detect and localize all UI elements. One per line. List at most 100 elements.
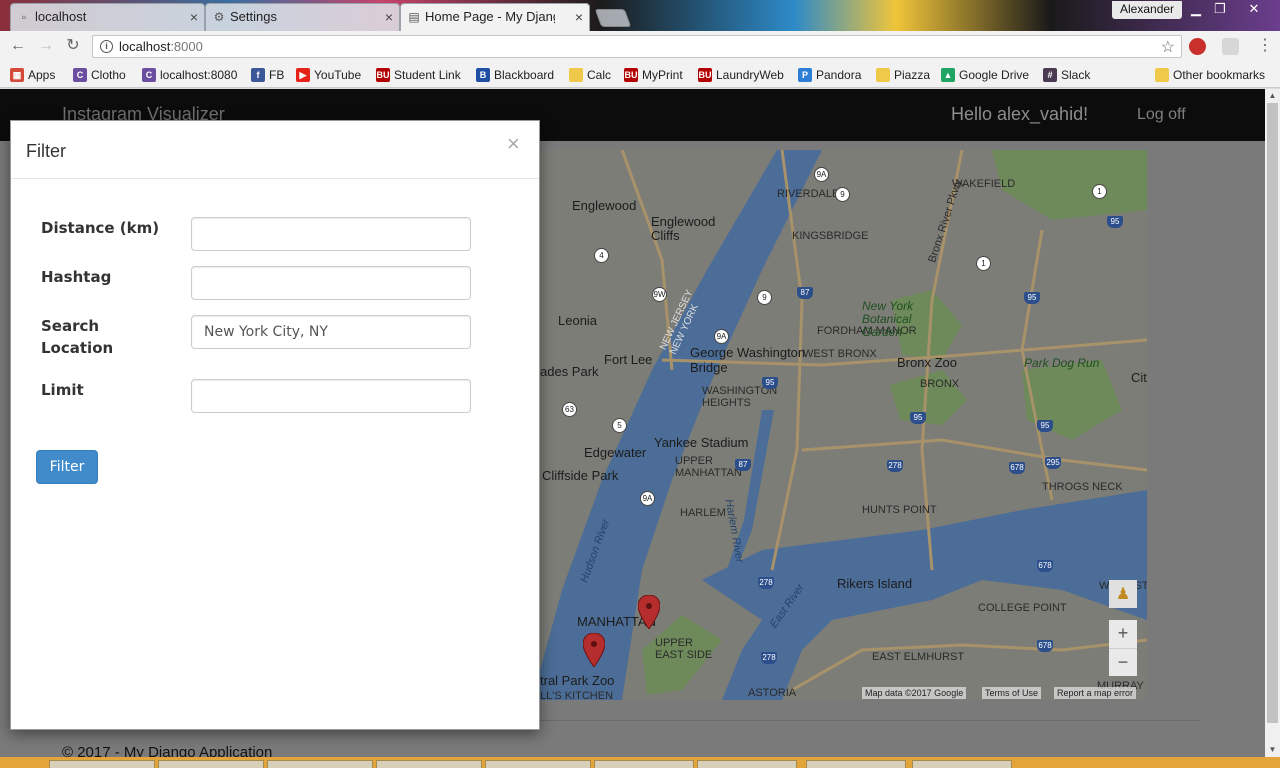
browser-tab-settings[interactable]: ⚙ Settings ×	[205, 3, 400, 31]
new-tab-button[interactable]	[594, 9, 632, 27]
street-view-pegman-icon[interactable]: ♟	[1109, 580, 1137, 608]
taskbar-item[interactable]	[594, 760, 694, 768]
map-report-link[interactable]: Report a map error	[1054, 687, 1137, 699]
info-icon[interactable]: i	[100, 40, 113, 53]
map-label: LL'S KITCHEN	[540, 690, 614, 700]
browser-tab-localhost[interactable]: ▫ localhost ×	[10, 3, 205, 31]
browser-toolbar: ← → ↻ i localhost:8000 ☆ ⋮	[0, 31, 1280, 62]
slack-icon: #	[1043, 68, 1057, 82]
interstate-shield-icon: 295	[1045, 457, 1061, 469]
close-icon[interactable]: ×	[385, 4, 393, 30]
bookmark-slack[interactable]: # Slack	[1043, 67, 1090, 83]
interstate-shield-icon: 95	[910, 412, 926, 424]
apps-grid-icon: ▦	[10, 68, 24, 82]
interstate-shield-icon: 87	[797, 287, 813, 299]
bookmark-clotho[interactable]: C Clotho	[73, 67, 126, 83]
map-pin-icon[interactable]	[638, 595, 660, 629]
google-drive-icon: ▲	[941, 68, 955, 82]
state-route-shield-icon: 4	[594, 248, 609, 263]
forward-icon[interactable]: →	[37, 37, 55, 55]
state-route-shield-icon: 9A	[714, 329, 729, 344]
map-label: Fort Lee	[604, 352, 653, 367]
bookmark-label: localhost:8080	[160, 68, 238, 82]
taskbar-item[interactable]	[485, 760, 591, 768]
interstate-shield-icon: 678	[1009, 462, 1025, 474]
bookmark-label: Calc	[587, 68, 612, 82]
taskbar-item[interactable]	[49, 760, 155, 768]
bookmark-blackboard[interactable]: B Blackboard	[476, 67, 554, 83]
bookmark-student-link[interactable]: BU Student Link	[376, 67, 461, 83]
scroll-down-icon[interactable]: ▼	[1265, 743, 1280, 757]
map-terms-link[interactable]: Terms of Use	[982, 687, 1042, 699]
state-route-shield-icon: 9A	[640, 491, 655, 506]
interstate-shield-icon: 95	[762, 377, 778, 389]
restore-icon[interactable]: ❐	[1206, 0, 1234, 18]
map-label: ades Park	[540, 364, 599, 379]
back-icon[interactable]: ←	[9, 37, 27, 55]
youtube-icon: ▶	[296, 68, 310, 82]
scroll-thumb[interactable]	[1267, 103, 1278, 723]
greeting-link[interactable]: Hello alex_vahid!	[951, 104, 1088, 125]
zoom-out-button[interactable]: −	[1109, 648, 1137, 676]
bookmark-pandora[interactable]: P Pandora	[798, 67, 861, 83]
bookmark-myprint[interactable]: BU MyPrint	[624, 67, 683, 83]
site-footer: © 2017 - My Django Application	[62, 744, 273, 757]
pandora-icon: P	[798, 68, 812, 82]
search-location-input[interactable]	[191, 315, 471, 349]
close-icon[interactable]: ×	[575, 4, 583, 30]
bookmark-apps[interactable]: ▦ Apps	[10, 67, 55, 83]
hashtag-input[interactable]	[191, 266, 471, 300]
interstate-shield-icon: 278	[758, 577, 774, 589]
taskbar-item[interactable]	[697, 760, 797, 768]
zoom-in-button[interactable]: +	[1109, 620, 1137, 648]
distance-input[interactable]	[191, 217, 471, 251]
logoff-link[interactable]: Log off	[1137, 106, 1186, 124]
map-label: ASTORIA	[748, 687, 797, 699]
bookmark-star-icon[interactable]: ☆	[1161, 37, 1175, 57]
bookmark-label: MyPrint	[642, 68, 683, 82]
browser-tab-home[interactable]: ▤ Home Page - My Django ×	[400, 3, 590, 31]
menu-icon[interactable]: ⋮	[1256, 37, 1274, 55]
close-window-icon[interactable]: ✕	[1240, 0, 1268, 18]
page-scrollbar[interactable]: ▲ ▼	[1265, 89, 1280, 757]
close-icon[interactable]: ×	[190, 4, 198, 30]
bookmark-youtube[interactable]: ▶ YouTube	[296, 67, 361, 83]
bookmark-label: Pandora	[816, 68, 862, 82]
limit-input[interactable]	[191, 379, 471, 413]
adblock-extension-icon[interactable]	[1189, 38, 1206, 55]
close-icon[interactable]: ×	[507, 133, 520, 155]
filter-submit-button[interactable]: Filter	[36, 450, 98, 484]
interstate-shield-icon: 95	[1037, 420, 1053, 432]
bookmark-laundryweb[interactable]: BU LaundryWeb	[698, 67, 784, 83]
state-route-shield-icon: 9A	[814, 167, 829, 182]
bookmark-localhost-8080[interactable]: Clocalhost:8080	[142, 67, 237, 83]
map-pin-icon[interactable]	[583, 633, 605, 667]
address-bar[interactable]: i localhost:8000 ☆	[92, 35, 1182, 58]
bookmark-fb[interactable]: f FB	[251, 67, 284, 83]
bookmark-calc[interactable]: Calc	[569, 67, 611, 83]
profile-button[interactable]: Alexander	[1112, 1, 1183, 19]
blackboard-icon: B	[476, 68, 490, 82]
map-label: Leonia	[558, 313, 598, 328]
bookmark-google-drive[interactable]: ▲ Google Drive	[941, 67, 1029, 83]
taskbar-item[interactable]	[806, 760, 906, 768]
taskbar-item[interactable]	[912, 760, 1012, 768]
reload-icon[interactable]: ↻	[64, 37, 82, 55]
os-taskbar	[0, 757, 1280, 768]
bookmark-piazza[interactable]: Piazza	[876, 67, 930, 83]
map-label: EAST ELMHURST	[872, 651, 965, 663]
scroll-up-icon[interactable]: ▲	[1265, 89, 1280, 103]
interstate-shield-icon: 87	[735, 459, 751, 471]
interstate-shield-icon: 95	[1107, 216, 1123, 228]
bookmark-other[interactable]: Other bookmarks	[1155, 67, 1265, 83]
taskbar-item[interactable]	[376, 760, 482, 768]
taskbar-item[interactable]	[158, 760, 264, 768]
state-route-shield-icon: 63	[562, 402, 577, 417]
extension-cube-icon[interactable]	[1222, 38, 1239, 55]
page-icon: ▫	[21, 10, 27, 24]
document-icon: ▤	[408, 10, 420, 24]
map-label: Englewood	[572, 198, 637, 213]
hashtag-label: Hashtag	[41, 268, 112, 286]
map-label: Park Dog Run	[1024, 356, 1100, 370]
taskbar-item[interactable]	[267, 760, 373, 768]
